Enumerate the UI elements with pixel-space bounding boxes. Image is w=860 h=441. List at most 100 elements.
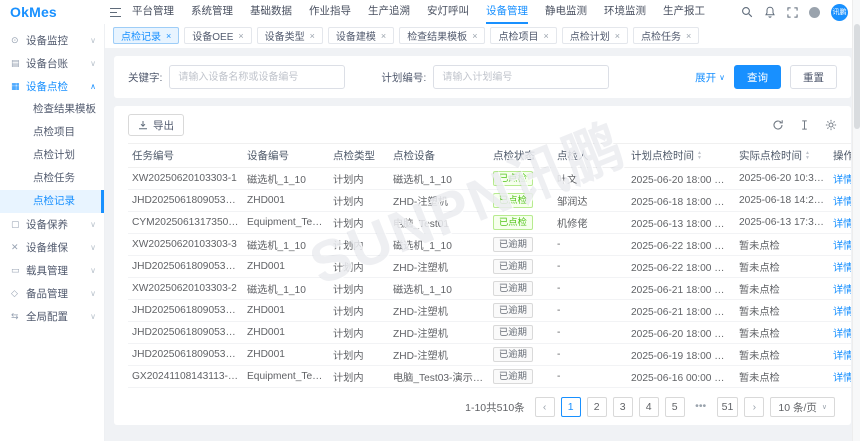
close-icon[interactable]: ×: [381, 31, 386, 41]
close-icon[interactable]: ×: [166, 31, 171, 41]
sidebar-item-0[interactable]: ⊙ 设备监控 ∨: [0, 29, 104, 52]
page-button-5[interactable]: 5: [664, 397, 685, 417]
search-icon[interactable]: [741, 6, 753, 18]
detail-link[interactable]: 详情: [833, 329, 851, 340]
sidebar-item-6[interactable]: ◇ 备品管理 ∨: [0, 282, 104, 305]
settings-gear-icon[interactable]: [825, 119, 837, 131]
export-button[interactable]: 导出: [128, 114, 184, 136]
nav-item-2[interactable]: 基础数据: [250, 0, 292, 24]
sidebar-item-5[interactable]: ▭ 载具管理 ∨: [0, 259, 104, 282]
page-ellipsis: •••: [690, 397, 711, 417]
sidebar-item-1[interactable]: ▤ 设备台账 ∨: [0, 52, 104, 75]
column-label: 点检状态: [493, 150, 535, 162]
sort-down-caret: ▼: [805, 155, 810, 162]
nav-item-0[interactable]: 平台管理: [132, 0, 174, 24]
app-logo: OkMes: [10, 4, 57, 20]
plan-no-input[interactable]: [433, 65, 610, 89]
nav-item-4[interactable]: 生产追溯: [368, 0, 410, 24]
column-label: 点检设备: [393, 150, 435, 162]
page-button-3[interactable]: 3: [612, 397, 633, 417]
tab-7[interactable]: 点检任务 ×: [632, 27, 700, 44]
detail-link[interactable]: 详情: [833, 219, 851, 230]
scrollbar-track[interactable]: [852, 0, 860, 441]
cell-planned-time: 2025-06-22 18:00 截止: [627, 233, 735, 256]
detail-link[interactable]: 详情: [833, 285, 851, 296]
tab-5[interactable]: 点检项目 ×: [490, 27, 557, 44]
notification-bell-icon[interactable]: [764, 6, 776, 18]
detail-link[interactable]: 详情: [833, 263, 851, 274]
page-button-51[interactable]: 51: [716, 397, 739, 417]
close-icon[interactable]: ×: [543, 31, 548, 41]
detail-link[interactable]: 详情: [833, 241, 851, 252]
column-height-icon[interactable]: [799, 119, 810, 131]
keyword-input[interactable]: [169, 65, 346, 89]
cell-status: 已逾期: [489, 255, 553, 278]
cell-actions: 详情: [829, 255, 851, 278]
scrollbar-thumb[interactable]: [854, 24, 860, 129]
sidebar-item-3[interactable]: ▢ 设备保养 ∨: [0, 213, 104, 236]
detail-link[interactable]: 详情: [833, 197, 851, 208]
detail-link[interactable]: 详情: [833, 373, 851, 384]
sidebar-subitem-2-0[interactable]: 检查结果模板: [0, 98, 104, 121]
cell-actions: 详情: [829, 321, 851, 344]
nav-item-8[interactable]: 环境监测: [604, 0, 646, 24]
column-header-2: 点检类型: [329, 143, 389, 168]
expand-filters-link[interactable]: 展开 ∨: [695, 70, 725, 85]
nav-item-7[interactable]: 静电监测: [545, 0, 587, 24]
page-button-1[interactable]: 1: [560, 397, 581, 417]
sidebar-subitem-2-1[interactable]: 点检项目: [0, 121, 104, 144]
column-label: 点检类型: [333, 150, 375, 162]
nav-item-3[interactable]: 作业指导: [309, 0, 351, 24]
tab-6[interactable]: 点检计划 ×: [561, 27, 628, 44]
cell-status: 已逾期: [489, 343, 553, 366]
tab-4[interactable]: 检查结果模板 ×: [399, 27, 486, 44]
nav-item-1[interactable]: 系统管理: [191, 0, 233, 24]
chevron-up-icon: ∧: [90, 82, 96, 91]
sidebar-subitem-2-4[interactable]: 点检记录: [0, 190, 104, 213]
cell-status: 已点检: [489, 167, 553, 190]
next-page-button[interactable]: ›: [744, 397, 765, 417]
nav-item-5[interactable]: 安灯呼叫: [427, 0, 469, 24]
close-icon[interactable]: ×: [238, 31, 243, 41]
close-icon[interactable]: ×: [472, 31, 477, 41]
search-button[interactable]: 查询: [734, 65, 781, 89]
refresh-icon[interactable]: [772, 119, 784, 131]
tab-1[interactable]: 设备OEE ×: [184, 27, 252, 44]
nav-item-6[interactable]: 设备管理: [486, 0, 528, 24]
collapse-sidebar-icon[interactable]: [109, 7, 122, 18]
tab-bar: 点检记录 × 设备OEE × 设备类型 × 设备建模 × 检查结果模板 × 点检项目 × 点检计划 × 点检…: [105, 24, 860, 48]
page-button-4[interactable]: 4: [638, 397, 659, 417]
sidebar-subitem-2-3[interactable]: 点检任务: [0, 167, 104, 190]
cell-task-no: JHD20250618090533-5: [128, 255, 243, 278]
cell-device: 电脑_Test03-演示专用: [389, 365, 489, 388]
tab-0[interactable]: 点检记录 ×: [113, 27, 180, 44]
cell-device: ZHD-注塑机: [389, 299, 489, 322]
sidebar-item-7[interactable]: ⇆ 全局配置 ∨: [0, 305, 104, 328]
page-button-2[interactable]: 2: [586, 397, 607, 417]
detail-link[interactable]: 详情: [833, 307, 851, 318]
cell-planned-time: 2025-06-13 18:00 截止: [627, 211, 735, 234]
chevron-down-icon: ∨: [719, 72, 725, 82]
sidebar-subitem-2-2[interactable]: 点检计划: [0, 144, 104, 167]
cell-planned-time: 2025-06-18 18:00 截止: [627, 189, 735, 212]
close-icon[interactable]: ×: [615, 31, 620, 41]
fullscreen-icon[interactable]: [787, 6, 798, 18]
tab-3[interactable]: 设备建模 ×: [327, 27, 395, 44]
reset-button[interactable]: 重置: [790, 65, 837, 89]
nav-item-9[interactable]: 生产报工: [663, 0, 705, 24]
sidebar-item-4[interactable]: ✕ 设备维保 ∨: [0, 236, 104, 259]
tab-2[interactable]: 设备类型 ×: [256, 27, 323, 44]
user-avatar[interactable]: 讯鹏: [831, 3, 848, 21]
detail-link[interactable]: 详情: [833, 351, 851, 362]
detail-link[interactable]: 详情: [833, 175, 851, 186]
theme-icon[interactable]: [809, 6, 820, 18]
top-nav: 平台管理 系统管理 基础数据 作业指导 生产追溯 安灯呼叫 设备管理 静电监测 环境监测 生产报工: [132, 0, 705, 24]
page-size-select[interactable]: 10 条/页 ∨: [770, 397, 835, 417]
sidebar-item-2[interactable]: ▦ 设备点检 ∧: [0, 75, 104, 98]
close-icon[interactable]: ×: [686, 31, 691, 41]
close-icon[interactable]: ×: [310, 31, 315, 41]
cell-actions: 详情: [829, 211, 851, 234]
sort-icon[interactable]: ▲ ▼: [805, 151, 810, 161]
prev-page-button[interactable]: ‹: [534, 397, 555, 417]
sort-icon[interactable]: ▲ ▼: [697, 151, 702, 161]
